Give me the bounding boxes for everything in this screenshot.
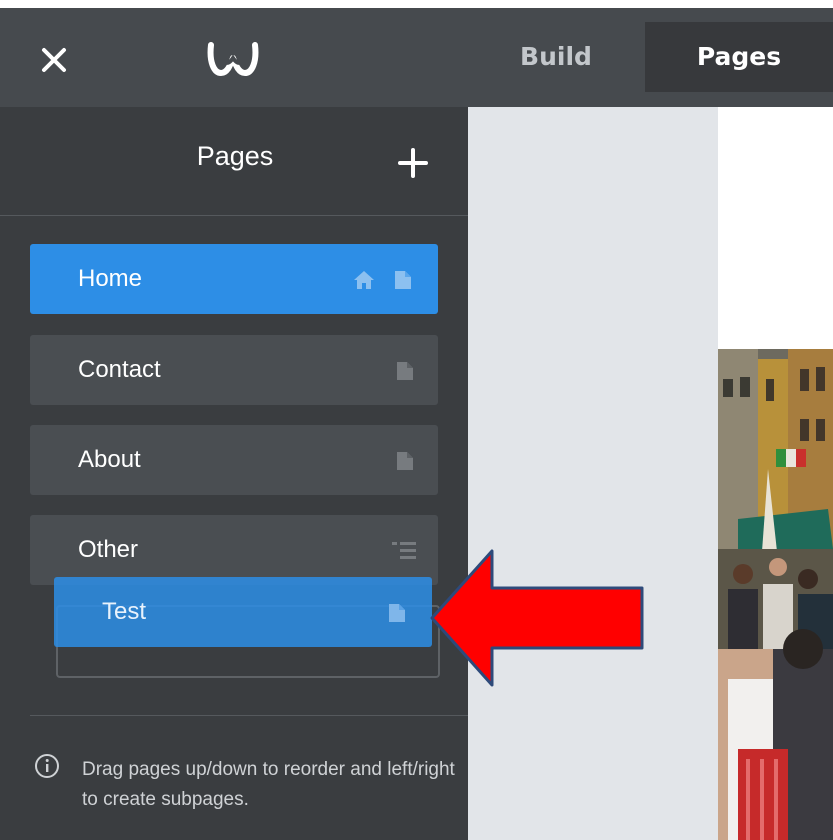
pages-sidebar: Pages Home Contact About Other Test Drag… <box>0 107 468 840</box>
page-icon <box>389 604 405 622</box>
top-strip <box>0 0 833 8</box>
hero-photo <box>718 349 833 840</box>
page-item-label: About <box>78 446 141 473</box>
tab-build[interactable]: Build <box>496 22 616 92</box>
page-item-other[interactable]: Other <box>30 515 438 585</box>
tab-pages[interactable]: Pages <box>645 22 833 92</box>
page-item-label: Test <box>102 598 147 625</box>
home-icon <box>354 271 374 289</box>
preview-page-header <box>718 107 833 349</box>
top-bar: Build Pages <box>0 0 833 107</box>
page-item-label: Other <box>78 536 139 563</box>
page-item-home[interactable]: Home <box>30 244 438 314</box>
menu-list-icon <box>392 542 416 559</box>
close-icon[interactable] <box>36 42 72 78</box>
weebly-logo-icon[interactable] <box>206 40 260 78</box>
page-item-contact[interactable]: Contact <box>30 335 438 405</box>
page-item-test-dragging[interactable]: Test <box>54 577 432 647</box>
sidebar-divider <box>0 215 468 216</box>
sidebar-divider <box>30 715 468 716</box>
page-icon <box>397 362 413 380</box>
page-icon <box>395 271 411 289</box>
preview-background <box>468 107 718 840</box>
page-item-label: Contact <box>78 356 161 383</box>
help-text: Drag pages up/down to reorder and left/r… <box>82 759 455 810</box>
street-photo-image <box>718 349 833 840</box>
page-item-about[interactable]: About <box>30 425 438 495</box>
sidebar-title: Pages <box>196 141 274 171</box>
page-item-label: Home <box>78 265 143 292</box>
plus-icon[interactable] <box>397 147 429 179</box>
red-arrow-icon <box>430 549 644 687</box>
info-icon <box>35 754 59 778</box>
page-icon <box>397 452 413 470</box>
